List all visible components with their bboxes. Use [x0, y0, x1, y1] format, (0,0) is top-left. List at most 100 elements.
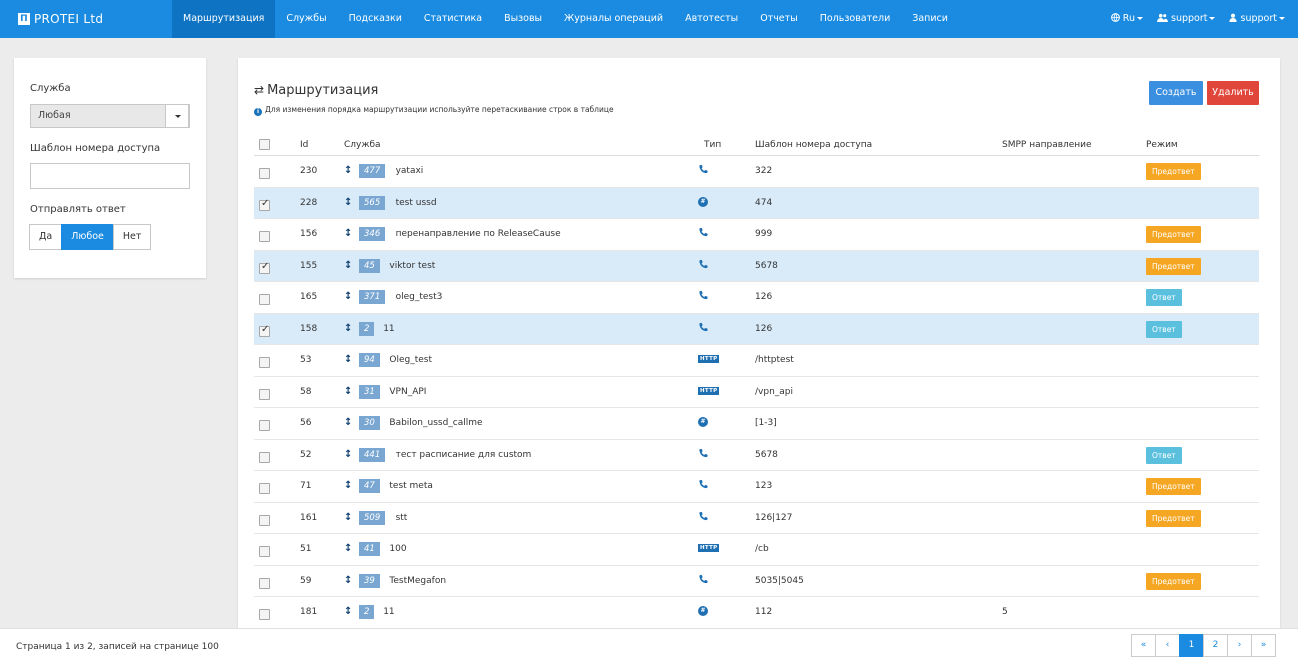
chevron-down-icon [1279, 17, 1285, 20]
row-checkbox[interactable] [259, 514, 270, 526]
service-id-badge: 2 [359, 605, 375, 619]
row-checkbox[interactable] [259, 261, 270, 274]
users-icon [1157, 13, 1168, 22]
row-checkbox[interactable] [259, 357, 270, 368]
type-cell [698, 574, 710, 588]
nav-item-records[interactable]: Записи [901, 0, 959, 38]
phone-icon [698, 290, 710, 302]
mode-badge: Предответ [1146, 257, 1201, 275]
row-checkbox[interactable] [259, 198, 270, 211]
drag-handle-icon[interactable]: ↕ [344, 480, 352, 491]
table-row[interactable]: 230 ↕ 477 yataxi 322 Предответ [254, 156, 1259, 188]
table-row[interactable]: 155 ↕ 45 viktor test 5678 Предответ [254, 250, 1259, 282]
language-label: Ru [1122, 13, 1135, 24]
service-name: Babilon_ussd_callme [389, 418, 483, 428]
row-checkbox[interactable] [259, 577, 270, 589]
select-all-checkbox[interactable] [259, 139, 270, 150]
service-name: yataxi [395, 166, 424, 176]
nav-item-statistics[interactable]: Статистика [413, 0, 493, 38]
reply-option-no[interactable]: Нет [112, 224, 152, 250]
table-row[interactable]: 52 ↕ 441 тест расписание для custom 5678 Отве… [254, 440, 1259, 471]
table-row[interactable]: 161 ↕ 509 stt 126|127 Предответ [254, 503, 1259, 534]
phone-icon [698, 479, 710, 491]
group-menu[interactable]: support [1150, 0, 1223, 38]
service-select-toggle[interactable] [165, 104, 189, 128]
drag-handle-icon[interactable]: ↕ [344, 449, 352, 460]
row-checkbox[interactable] [259, 231, 270, 242]
page-2-button[interactable]: 2 [1203, 634, 1228, 657]
next-page-button[interactable]: › [1227, 634, 1252, 657]
row-checkbox[interactable] [259, 324, 270, 337]
page-1-button[interactable]: 1 [1179, 634, 1204, 657]
row-checkbox[interactable] [259, 168, 270, 179]
drag-handle-icon[interactable]: ↕ [344, 260, 352, 271]
drag-handle-icon[interactable]: ↕ [344, 354, 352, 365]
drag-handle-icon[interactable]: ↕ [344, 543, 352, 554]
table-row[interactable]: 59 ↕ 39 TestMegafon 5035|5045 Предответ [254, 566, 1259, 597]
service-name: 11 [383, 607, 395, 617]
group-label: support [1171, 13, 1208, 24]
type-cell: # [698, 605, 708, 616]
type-cell [698, 322, 710, 336]
nav-item-autotests[interactable]: Автотесты [674, 0, 749, 38]
table-row[interactable]: 165 ↕ 371 oleg_test3 126 Ответ [254, 282, 1259, 314]
drag-handle-icon[interactable]: ↕ [344, 606, 352, 617]
table-row[interactable]: 228 ↕ 565 test ussd #474 [254, 187, 1259, 219]
nav-item-reports[interactable]: Отчеты [749, 0, 809, 38]
access-number-template: 474 [755, 197, 773, 208]
nav-item-routing[interactable]: Маршрутизация [172, 0, 276, 38]
service-id-badge: 371 [359, 290, 386, 304]
reply-option-yes[interactable]: Да [29, 224, 63, 250]
row-checkbox[interactable] [259, 294, 270, 305]
column-header-service: Служба [344, 140, 381, 150]
table-row[interactable]: 158 ↕ 2 11 126 Ответ [254, 313, 1259, 345]
prev-page-button[interactable]: ‹ [1155, 634, 1180, 657]
service-name: 100 [389, 544, 407, 554]
drag-handle-icon[interactable]: ↕ [344, 228, 352, 239]
drag-handle-icon[interactable]: ↕ [344, 291, 352, 302]
brand-logo-icon: Π [18, 13, 30, 25]
row-checkbox[interactable] [259, 609, 270, 620]
table-row[interactable]: 58 ↕ 31 VPN_API HTTP/vpn_api [254, 377, 1259, 408]
service-select[interactable]: Любая [30, 104, 190, 128]
drag-handle-icon[interactable]: ↕ [344, 323, 352, 334]
table-body: 230↕477yataxi322Предответ228↕565test uss… [254, 156, 1259, 628]
language-menu[interactable]: Ru [1104, 0, 1150, 38]
nav-item-hints[interactable]: Подсказки [338, 0, 413, 38]
table-row[interactable]: 56 ↕ 30 Babilon_ussd_callme # [1-3] [254, 408, 1259, 440]
row-checkbox[interactable] [259, 420, 270, 431]
nav-item-services[interactable]: Службы [275, 0, 337, 38]
drag-handle-icon[interactable]: ↕ [344, 512, 352, 523]
pagination: «‹ 1 2 ›» [1131, 634, 1276, 657]
service-id-badge: 441 [359, 447, 386, 462]
nav-item-operation-logs[interactable]: Журналы операций [553, 0, 674, 38]
nav-item-users[interactable]: Пользователи [809, 0, 902, 38]
drag-handle-icon[interactable]: ↕ [344, 386, 352, 397]
drag-handle-icon[interactable]: ↕ [344, 197, 352, 208]
table-row[interactable]: 156 ↕ 346 перенаправление по ReleaseCause 99… [254, 219, 1259, 251]
row-checkbox[interactable] [259, 388, 270, 400]
row-checkbox[interactable] [259, 483, 270, 494]
drag-handle-icon[interactable]: ↕ [344, 165, 352, 176]
table-row[interactable]: 53 ↕ 94 Oleg_test HTTP/httptest [254, 345, 1259, 377]
reply-option-any[interactable]: Любое [61, 224, 114, 250]
drag-handle-icon[interactable]: ↕ [344, 417, 352, 428]
table-row[interactable]: 181 ↕ 2 11 #112 5 [254, 597, 1259, 628]
brand[interactable]: Π PROTEI Ltd [0, 0, 172, 38]
create-button[interactable]: Создать [1149, 81, 1203, 105]
delete-button[interactable]: Удалить [1207, 81, 1259, 105]
row-checkbox[interactable] [259, 546, 270, 557]
row-checkbox[interactable] [259, 451, 270, 463]
user-menu[interactable]: support [1222, 0, 1292, 38]
table-row[interactable]: 71 ↕ 47 test meta 123 Предответ [254, 471, 1259, 503]
first-page-button[interactable]: « [1131, 634, 1156, 657]
row-id: 230 [300, 166, 318, 176]
nav-item-calls[interactable]: Вызовы [493, 0, 553, 38]
service-id-badge: 41 [359, 542, 380, 556]
drag-handle-icon[interactable]: ↕ [344, 575, 352, 586]
template-filter-input[interactable] [30, 163, 190, 189]
access-number-template: [1-3] [755, 418, 777, 428]
table-row[interactable]: 51 ↕ 41 100 HTTP/cb [254, 534, 1259, 566]
last-page-button[interactable]: » [1251, 634, 1276, 657]
row-id: 58 [300, 386, 312, 397]
